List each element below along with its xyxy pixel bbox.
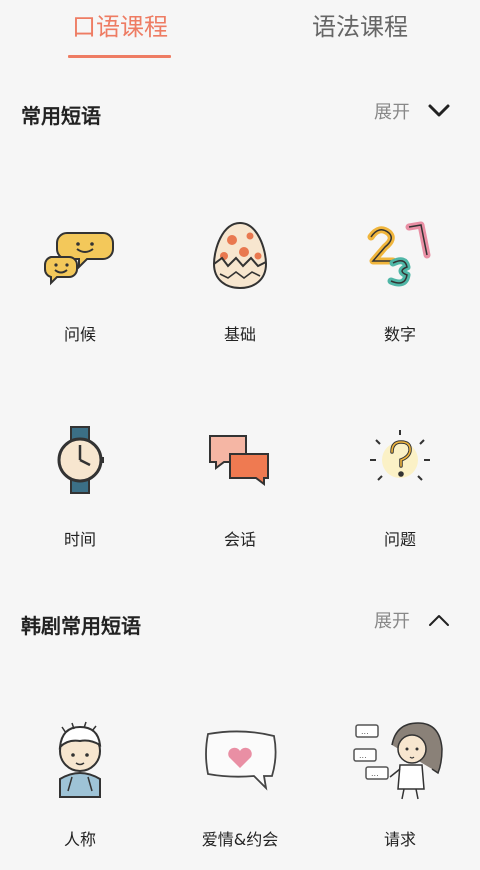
expand-button-kdrama-phrases[interactable]: 展开 <box>374 605 450 635</box>
expand-label: 展开 <box>374 102 410 123</box>
section-title-kdrama-phrases: 韩剧常用短语 <box>21 614 141 638</box>
heart-bubble-icon <box>200 720 280 800</box>
course-item-label: 问候 <box>63 325 96 344</box>
course-item-label: 爱情&约会 <box>201 830 279 849</box>
wristwatch-icon <box>40 420 120 500</box>
svg-text:...: ... <box>371 769 379 778</box>
course-item-requests[interactable]: ... ... ... 请求 <box>320 720 480 870</box>
speech-bubbles-smiley-icon <box>40 215 120 295</box>
chevron-up-icon <box>429 615 449 626</box>
svg-text:...: ... <box>359 751 367 760</box>
person-hoodie-icon <box>40 720 120 800</box>
course-item-label: 基础 <box>223 325 256 344</box>
expand-label: 展开 <box>374 611 410 632</box>
course-item-time[interactable]: 时间 <box>0 420 160 570</box>
cracked-egg-icon <box>200 215 280 295</box>
course-item-basics[interactable]: 基础 <box>160 215 320 365</box>
course-item-label: 时间 <box>63 530 96 549</box>
svg-text:...: ... <box>361 727 369 736</box>
course-item-label: 问题 <box>383 530 416 549</box>
course-item-conversation[interactable]: 会话 <box>160 420 320 570</box>
course-item-greeting[interactable]: 问候 <box>0 215 160 365</box>
conversation-cards-icon <box>200 420 280 500</box>
course-tabs: 口语课程 语法课程 <box>0 0 480 62</box>
course-item-questions[interactable]: 问题 <box>320 420 480 570</box>
course-item-label: 数字 <box>383 325 416 344</box>
question-mark-icon <box>360 420 440 500</box>
girl-speech-bubbles-icon: ... ... ... <box>353 720 443 800</box>
course-item-label: 会话 <box>223 530 256 549</box>
tab-grammar-course[interactable]: 语法课程 <box>300 10 420 44</box>
chevron-down-icon <box>428 104 450 117</box>
course-item-pronouns[interactable]: 人称 <box>0 720 160 870</box>
expand-button-common-phrases[interactable]: 展开 <box>374 96 450 126</box>
tab-speaking-course[interactable]: 口语课程 <box>60 10 180 44</box>
course-item-numbers[interactable]: 数字 <box>320 215 480 365</box>
course-item-label: 请求 <box>383 830 416 849</box>
course-item-love-dating[interactable]: 爱情&约会 <box>160 720 320 870</box>
active-tab-indicator <box>68 55 171 58</box>
course-item-label: 人称 <box>63 830 96 849</box>
numbers-icon <box>360 215 440 295</box>
section-title-common-phrases: 常用短语 <box>21 104 101 128</box>
